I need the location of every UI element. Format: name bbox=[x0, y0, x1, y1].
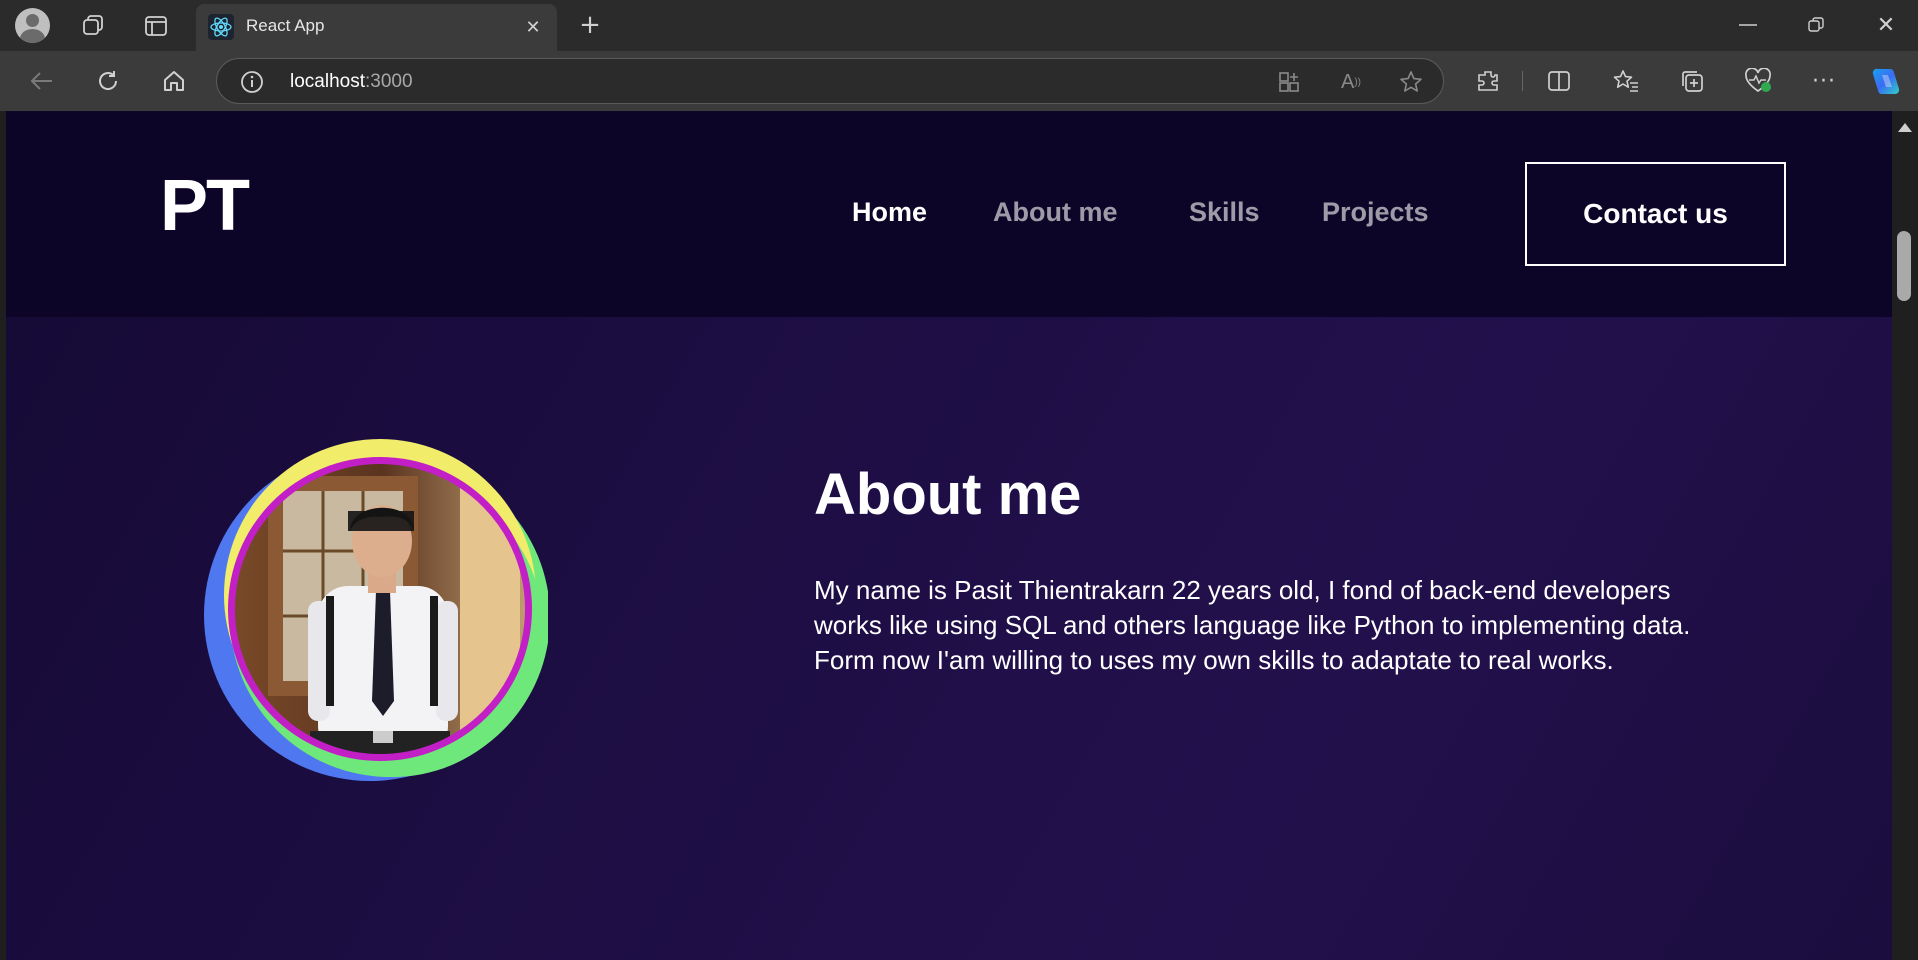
browser-tab-bar: React App ✕ + ✕ bbox=[0, 0, 1918, 51]
tab-actions-icon[interactable] bbox=[142, 12, 170, 40]
nav-skills[interactable]: Skills bbox=[1189, 197, 1260, 228]
health-icon[interactable] bbox=[1742, 65, 1774, 97]
read-aloud-icon[interactable]: A)) bbox=[1337, 69, 1365, 95]
scroll-thumb[interactable] bbox=[1897, 231, 1911, 301]
profile-icon[interactable] bbox=[15, 8, 50, 43]
profile-avatar bbox=[198, 431, 550, 781]
minimize-icon[interactable] bbox=[1734, 12, 1762, 38]
contact-us-button[interactable]: Contact us bbox=[1525, 162, 1786, 266]
browser-toolbar: localhost:3000 A)) ··· bbox=[0, 51, 1918, 111]
close-icon[interactable]: ✕ bbox=[520, 14, 546, 40]
more-icon[interactable]: ··· bbox=[1808, 65, 1840, 97]
workspaces-icon[interactable] bbox=[78, 12, 108, 40]
url-host: localhost bbox=[290, 71, 365, 92]
url-text: localhost:3000 bbox=[290, 71, 413, 93]
tab-title: React App bbox=[246, 16, 325, 35]
home-icon[interactable] bbox=[158, 65, 190, 97]
split-screen-icon[interactable] bbox=[1543, 65, 1575, 97]
site-logo[interactable]: PT bbox=[160, 165, 250, 247]
window-close-icon[interactable]: ✕ bbox=[1872, 12, 1900, 38]
nav-home[interactable]: Home bbox=[852, 197, 927, 228]
info-icon[interactable] bbox=[239, 69, 265, 95]
favorites-icon[interactable] bbox=[1610, 65, 1642, 97]
favorite-star-icon[interactable] bbox=[1397, 69, 1425, 95]
refresh-icon[interactable] bbox=[92, 65, 124, 97]
apps-icon[interactable] bbox=[1275, 69, 1303, 95]
copilot-icon[interactable] bbox=[1866, 63, 1906, 99]
restore-icon[interactable] bbox=[1802, 12, 1830, 38]
extensions-icon[interactable] bbox=[1472, 65, 1504, 97]
about-bio: My name is Pasit Thientrakarn 22 years o… bbox=[814, 575, 1691, 675]
address-bar[interactable]: localhost:3000 A)) bbox=[216, 58, 1444, 104]
nav-about-me[interactable]: About me bbox=[993, 197, 1118, 228]
active-tab[interactable]: React App ✕ bbox=[196, 4, 557, 51]
web-page: PT Home About me Skills Projects Contact… bbox=[6, 111, 1892, 960]
about-heading: About me bbox=[814, 462, 1082, 527]
new-tab-icon[interactable]: + bbox=[575, 10, 605, 40]
site-navbar: PT Home About me Skills Projects Contact… bbox=[6, 111, 1892, 317]
page-scrollbar[interactable] bbox=[1892, 111, 1918, 960]
scroll-up-icon[interactable] bbox=[1898, 123, 1912, 132]
toolbar-divider bbox=[1522, 71, 1523, 91]
url-port: :3000 bbox=[365, 71, 413, 92]
react-icon bbox=[208, 14, 234, 40]
nav-projects[interactable]: Projects bbox=[1322, 197, 1429, 228]
back-icon[interactable] bbox=[26, 65, 58, 97]
collections-icon[interactable] bbox=[1676, 65, 1708, 97]
